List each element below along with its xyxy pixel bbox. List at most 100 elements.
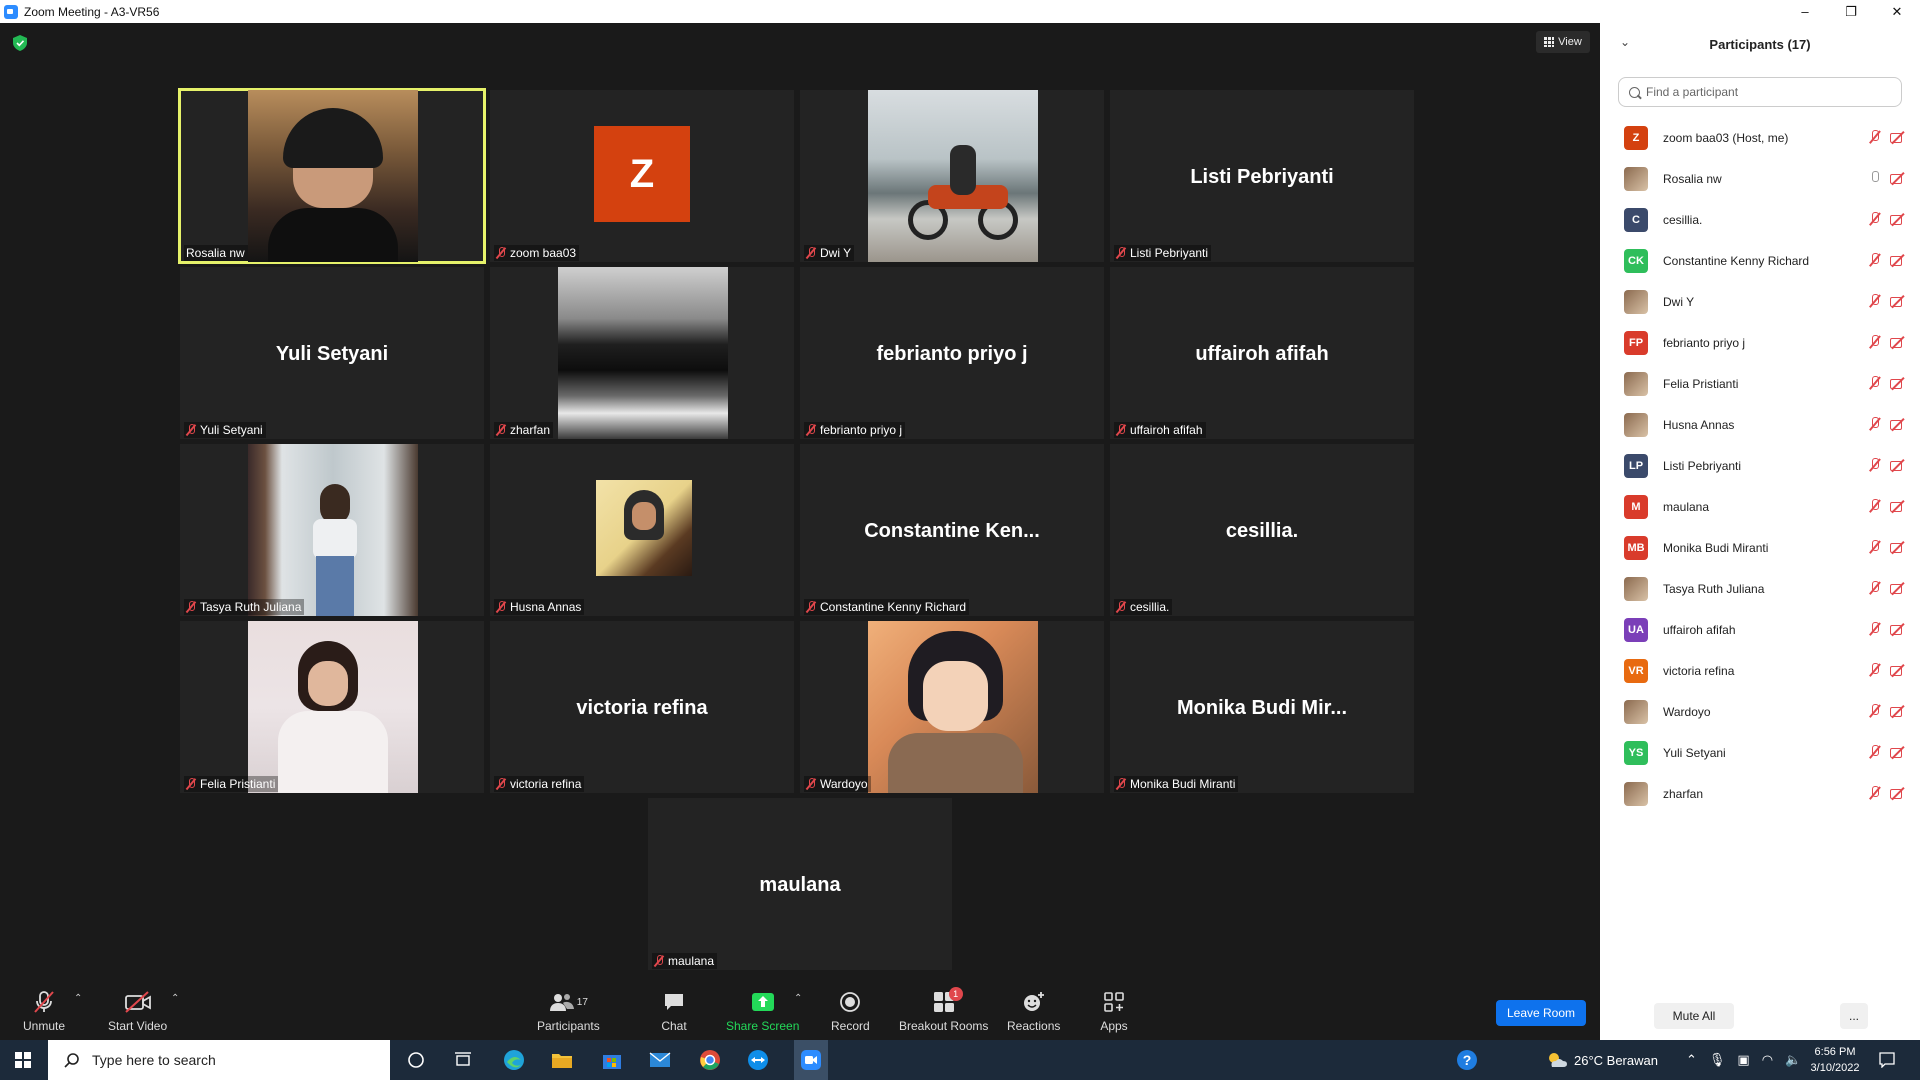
video-tile[interactable]: Z zoom baa03 [490,90,794,262]
search-input[interactable] [1646,85,1886,99]
participants-button[interactable]: 17 Participants [537,989,600,1033]
video-off-icon[interactable] [1890,458,1906,472]
participant-row[interactable]: UA uffairoh afifah [1600,609,1920,650]
teamviewer-icon[interactable] [746,1048,770,1072]
video-tile[interactable]: Husna Annas [490,444,794,616]
video-tile[interactable]: uffairoh afifah uffairoh afifah [1110,267,1414,439]
participant-row[interactable]: Felia Pristianti [1600,363,1920,404]
mic-muted-icon[interactable] [1868,540,1882,554]
participant-row[interactable]: YS Yuli Setyani [1600,732,1920,773]
mic-muted-icon[interactable] [1868,335,1882,349]
video-tile[interactable]: Wardoyo [800,621,1104,793]
mic-muted-icon[interactable] [1868,786,1882,800]
video-tile[interactable]: Constantine Ken... Constantine Kenny Ric… [800,444,1104,616]
participant-row[interactable]: Wardoyo [1600,691,1920,732]
video-tile[interactable]: victoria refina victoria refina [490,621,794,793]
share-options-caret[interactable]: ⌃ [794,993,802,1004]
participant-row[interactable]: Tasya Ruth Juliana [1600,568,1920,609]
video-off-icon[interactable] [1890,622,1906,636]
mic-muted-icon[interactable] [1868,704,1882,718]
video-off-icon[interactable] [1890,294,1906,308]
apps-button[interactable]: Apps [1099,989,1129,1033]
video-tile[interactable]: maulana maulana [648,798,952,970]
record-button[interactable]: Record [831,989,870,1033]
task-view-icon[interactable] [404,1048,428,1072]
video-off-icon[interactable] [1890,663,1906,677]
video-off-icon[interactable] [1890,376,1906,390]
more-options-button[interactable]: ... [1840,1003,1868,1029]
microphone-tray-icon[interactable]: 🎙 [1709,1052,1726,1068]
volume-icon[interactable]: 🔈 [1785,1052,1801,1068]
video-off-icon[interactable] [1890,212,1906,226]
video-off-icon[interactable] [1890,130,1906,144]
mic-muted-icon[interactable] [1868,253,1882,267]
video-off-icon[interactable] [1890,417,1906,431]
clock[interactable]: 6:56 PM 3/10/2022 [1800,1044,1870,1076]
security-shield-icon[interactable] [13,35,27,51]
mic-muted-icon[interactable] [1868,499,1882,513]
reactions-button[interactable]: Reactions [1007,989,1060,1033]
minimize-button[interactable]: – [1782,0,1828,23]
video-off-icon[interactable] [1890,171,1906,185]
mic-muted-icon[interactable] [1868,622,1882,636]
video-off-icon[interactable] [1890,499,1906,513]
video-tile[interactable]: zharfan [490,267,794,439]
participant-row[interactable]: Rosalia nw [1600,158,1920,199]
video-tile[interactable]: Dwi Y [800,90,1104,262]
timeline-icon[interactable] [451,1048,475,1072]
audio-options-caret[interactable]: ⌃ [74,993,82,1004]
video-tile[interactable]: Listi Pebriyanti Listi Pebriyanti [1110,90,1414,262]
participant-row[interactable]: VR victoria refina [1600,650,1920,691]
video-off-icon[interactable] [1890,253,1906,267]
network-icon[interactable]: ▣ [1737,1052,1749,1068]
mic-muted-icon[interactable] [1868,294,1882,308]
video-tile[interactable]: Felia Pristianti [180,621,484,793]
mic-muted-icon[interactable] [1868,458,1882,472]
taskbar-search[interactable]: Type here to search [48,1040,390,1080]
mic-icon[interactable] [1868,171,1882,185]
video-tile[interactable]: Yuli Setyani Yuli Setyani [180,267,484,439]
video-tile[interactable]: cesillia. cesillia. [1110,444,1414,616]
notification-icon[interactable] [1875,1048,1899,1072]
mic-muted-icon[interactable] [1868,417,1882,431]
video-tile[interactable]: Monika Budi Mir... Monika Budi Miranti [1110,621,1414,793]
video-off-icon[interactable] [1890,745,1906,759]
start-video-button[interactable]: Start Video [108,989,167,1033]
breakout-rooms-button[interactable]: 1 Breakout Rooms [899,987,988,1033]
weather-widget[interactable]: 26°C Berawan [1546,1040,1658,1080]
mail-icon[interactable] [648,1048,672,1072]
video-options-caret[interactable]: ⌃ [171,993,179,1004]
mic-muted-icon[interactable] [1868,745,1882,759]
chat-button[interactable]: Chat [659,989,689,1033]
mic-muted-icon[interactable] [1868,581,1882,595]
participant-row[interactable]: Zzoom baa03 (Host, me) [1600,117,1920,158]
mic-muted-icon[interactable] [1868,663,1882,677]
participant-row[interactable]: LP Listi Pebriyanti [1600,445,1920,486]
video-tile[interactable]: Rosalia nw [178,88,486,264]
view-button[interactable]: View [1536,31,1590,53]
share-screen-button[interactable]: Share Screen [726,989,799,1033]
mic-muted-icon[interactable] [1868,130,1882,144]
video-tile[interactable]: febrianto priyo j febrianto priyo j [800,267,1104,439]
leave-room-button[interactable]: Leave Room [1496,1000,1586,1026]
video-tile[interactable]: Tasya Ruth Juliana [180,444,484,616]
help-icon[interactable]: ? [1455,1048,1479,1072]
restore-button[interactable]: ❐ [1828,0,1874,23]
video-off-icon[interactable] [1890,704,1906,718]
video-off-icon[interactable] [1890,581,1906,595]
zoom-taskbar-icon[interactable] [794,1040,828,1080]
mic-muted-icon[interactable] [1868,212,1882,226]
close-button[interactable]: ✕ [1874,0,1920,23]
video-off-icon[interactable] [1890,540,1906,554]
participant-row[interactable]: Ccesillia. [1600,199,1920,240]
participant-row[interactable]: FP febrianto priyo j [1600,322,1920,363]
mute-all-button[interactable]: Mute All [1654,1003,1734,1029]
chevron-up-icon[interactable]: ⌃ [1686,1052,1697,1068]
participant-row[interactable]: Mmaulana [1600,486,1920,527]
chrome-icon[interactable] [698,1048,722,1072]
start-button[interactable] [0,1040,46,1080]
wifi-icon[interactable]: ◠ [1762,1052,1773,1068]
participant-row[interactable]: MB Monika Budi Miranti [1600,527,1920,568]
participant-row[interactable]: Dwi Y [1600,281,1920,322]
video-off-icon[interactable] [1890,335,1906,349]
